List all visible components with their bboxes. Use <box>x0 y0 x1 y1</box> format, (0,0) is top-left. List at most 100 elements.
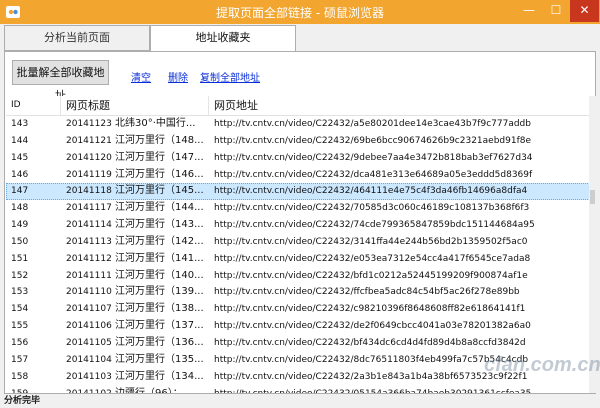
cell-title: 20141111 江河万里行（140... <box>66 268 208 285</box>
table-row[interactable]: 147 20141118 江河万里行（145... http://tv.cntv.c… <box>6 183 590 201</box>
tab-address-favorites[interactable]: 地址收藏夹 <box>150 25 296 52</box>
cell-title: 20141106 江河万里行（137... <box>66 318 208 335</box>
cell-id: 147 <box>11 186 29 197</box>
cell-date: 20141104 <box>66 354 112 365</box>
cell-url: http://tv.cntv.cn/video/C22432/c98210396… <box>214 304 526 315</box>
table-header: ID 网页标题 网页地址 <box>6 96 590 116</box>
cell-date: 20141105 <box>66 337 112 348</box>
cell-title-text: 北纬30°·中国行... <box>115 118 196 129</box>
table-row[interactable]: 143 20141123 北纬30°·中国行... http://tv.cntv.c… <box>6 116 590 133</box>
vertical-scrollbar[interactable] <box>589 96 596 393</box>
cell-url: http://tv.cntv.cn/video/C22432/9debee7aa… <box>214 152 533 163</box>
table-row[interactable]: 152 20141111 江河万里行（140... http://tv.cntv.c… <box>6 268 590 285</box>
cell-url: http://tv.cntv.cn/video/C22432/05154a366… <box>214 386 590 394</box>
tab-analyze-page[interactable]: 分析当前页面 <box>4 25 150 51</box>
cell-title-text: 江河万里行（137... <box>115 320 204 332</box>
favorites-panel: 批量解全部收藏地址 清空 删除 复制全部地址 ID 网页标题 网页地址 143 2… <box>4 51 596 394</box>
cell-url: http://tv.cntv.cn/video/C22432/3141ffa44… <box>214 236 528 247</box>
table-row[interactable]: 145 20141120 江河万里行（147... http://tv.cntv.c… <box>6 150 590 167</box>
cell-title: 20141117 江河万里行（144... <box>66 200 208 217</box>
cell-title-text: 江河万里行（147... <box>115 151 204 163</box>
cell-id: 145 <box>11 152 29 163</box>
minimize-button[interactable]: — <box>516 0 542 22</box>
cell-date: 20141110 <box>66 287 112 298</box>
table-row[interactable]: 151 20141112 江河万里行（141... http://tv.cntv.c… <box>6 251 590 268</box>
cell-id: 158 <box>11 371 29 382</box>
cell-title-text: 江河万里行（145... <box>115 185 204 197</box>
delete-link[interactable]: 删除 <box>168 69 188 84</box>
table-row[interactable]: 149 20141114 江河万里行（143... http://tv.cntv.c… <box>6 217 590 234</box>
clear-link[interactable]: 清空 <box>131 69 151 84</box>
cell-id: 144 <box>11 135 29 146</box>
cell-title-text: 江河万里行（148... <box>115 134 204 146</box>
watermark-logo: cfan.com.cn <box>484 354 600 376</box>
cell-title-text: 边疆行（96）：... <box>115 387 193 394</box>
main-content: 分析当前页面 地址收藏夹 批量解全部收藏地址 清空 删除 复制全部地址 ID 网… <box>2 24 598 394</box>
cell-title: 20141119 江河万里行（146... <box>66 167 208 184</box>
cell-title-text: 江河万里行（138... <box>115 303 204 315</box>
cell-date: 20141112 <box>66 253 112 264</box>
cell-id: 146 <box>11 169 29 180</box>
cell-title: 20141121 江河万里行（148... <box>66 133 208 150</box>
cell-title: 20141105 江河万里行（136... <box>66 335 208 352</box>
table-row[interactable]: 154 20141107 江河万里行（138... http://tv.cntv.c… <box>6 301 590 318</box>
cell-date: 20141114 <box>66 220 112 231</box>
cell-id: 150 <box>11 236 29 247</box>
cell-title: 20141120 江河万里行（147... <box>66 150 208 167</box>
cell-url: http://tv.cntv.cn/video/C22432/e053ea731… <box>214 253 531 264</box>
column-header-url[interactable]: 网页地址 <box>209 96 590 116</box>
table-row[interactable]: 155 20141106 江河万里行（137... http://tv.cntv.c… <box>6 318 590 335</box>
copy-all-link[interactable]: 复制全部地址 <box>200 69 260 84</box>
cell-date: 20141102 <box>66 389 112 394</box>
cell-title-text: 江河万里行（134... <box>115 370 204 382</box>
cell-title: 20141123 北纬30°·中国行... <box>66 116 208 133</box>
cell-url: http://tv.cntv.cn/video/C22432/464111e4e… <box>214 186 528 197</box>
table-row[interactable]: 146 20141119 江河万里行（146... http://tv.cntv.c… <box>6 167 590 184</box>
cell-url: http://tv.cntv.cn/video/C22432/de2f0649c… <box>214 321 531 332</box>
status-bar: 分析完毕 <box>0 394 600 408</box>
cell-id: 159 <box>11 386 61 394</box>
cell-date: 20141119 <box>66 169 112 180</box>
column-header-id[interactable]: ID <box>6 96 61 116</box>
column-header-title[interactable]: 网页标题 <box>61 96 209 116</box>
cell-title-text: 江河万里行（140... <box>115 269 204 281</box>
cell-title: 20141110 江河万里行（139... <box>66 284 208 301</box>
maximize-button[interactable]: ☐ <box>543 0 569 22</box>
cell-title-text: 江河万里行（141... <box>115 252 204 264</box>
cell-url: http://tv.cntv.cn/video/C22432/74cde7993… <box>214 220 535 231</box>
cell-title: 20141114 江河万里行（143... <box>66 217 208 234</box>
cell-url: http://tv.cntv.cn/video/C22432/ffcfbea5a… <box>214 287 520 298</box>
cell-title: 20141103 江河万里行（134... <box>66 369 208 386</box>
cell-date: 20141123 <box>66 119 112 129</box>
cell-id: 156 <box>11 337 29 348</box>
cell-title: 20141113 江河万里行（142... <box>66 234 208 251</box>
table-row[interactable]: 159 20141102 边疆行（96）：... http://tv.cntv.cn… <box>6 386 590 394</box>
window-title: 提取页面全部链接 - 硕鼠浏览器 <box>216 6 384 20</box>
table-row[interactable]: 153 20141110 江河万里行（139... http://tv.cntv.c… <box>6 284 590 301</box>
cell-date: 20141121 <box>66 135 112 146</box>
close-button[interactable]: ✕ <box>570 0 599 22</box>
cell-url: http://tv.cntv.cn/video/C22432/bf434dc6c… <box>214 337 526 348</box>
table-body: 143 20141123 北纬30°·中国行... http://tv.cntv.c… <box>6 116 590 393</box>
cell-date: 20141103 <box>66 371 112 382</box>
cell-url: http://tv.cntv.cn/video/C22432/bfd1c0212… <box>214 270 528 281</box>
cell-date: 20141107 <box>66 304 112 315</box>
title-bar: 提取页面全部链接 - 硕鼠浏览器 — ☐ ✕ <box>0 0 600 24</box>
table-row[interactable]: 150 20141113 江河万里行（142... http://tv.cntv.c… <box>6 234 590 251</box>
status-text: 分析完毕 <box>4 396 41 406</box>
table-row[interactable]: 148 20141117 江河万里行（144... http://tv.cntv.c… <box>6 200 590 217</box>
batch-parse-button[interactable]: 批量解全部收藏地址 <box>12 60 109 102</box>
cell-url: http://tv.cntv.cn/video/C22432/69be6bcc9… <box>214 135 532 146</box>
cell-url: http://tv.cntv.cn/video/C22432/dca481e31… <box>214 169 533 180</box>
cell-id: 148 <box>11 203 29 214</box>
cell-title-text: 江河万里行（139... <box>115 286 204 298</box>
cell-title: 20141104 江河万里行（135... <box>66 352 208 369</box>
cell-id: 154 <box>11 304 29 315</box>
cell-title: 20141118 江河万里行（145... <box>66 183 208 200</box>
table-row[interactable]: 144 20141121 江河万里行（148... http://tv.cntv.c… <box>6 133 590 150</box>
scrollbar-thumb[interactable] <box>590 190 595 204</box>
favorites-table: ID 网页标题 网页地址 143 20141123 北纬30°·中国行... htt… <box>6 96 590 393</box>
table-row[interactable]: 156 20141105 江河万里行（136... http://tv.cntv.c… <box>6 335 590 352</box>
cell-date: 20141118 <box>66 186 112 197</box>
cell-title-text: 江河万里行（143... <box>115 219 204 231</box>
